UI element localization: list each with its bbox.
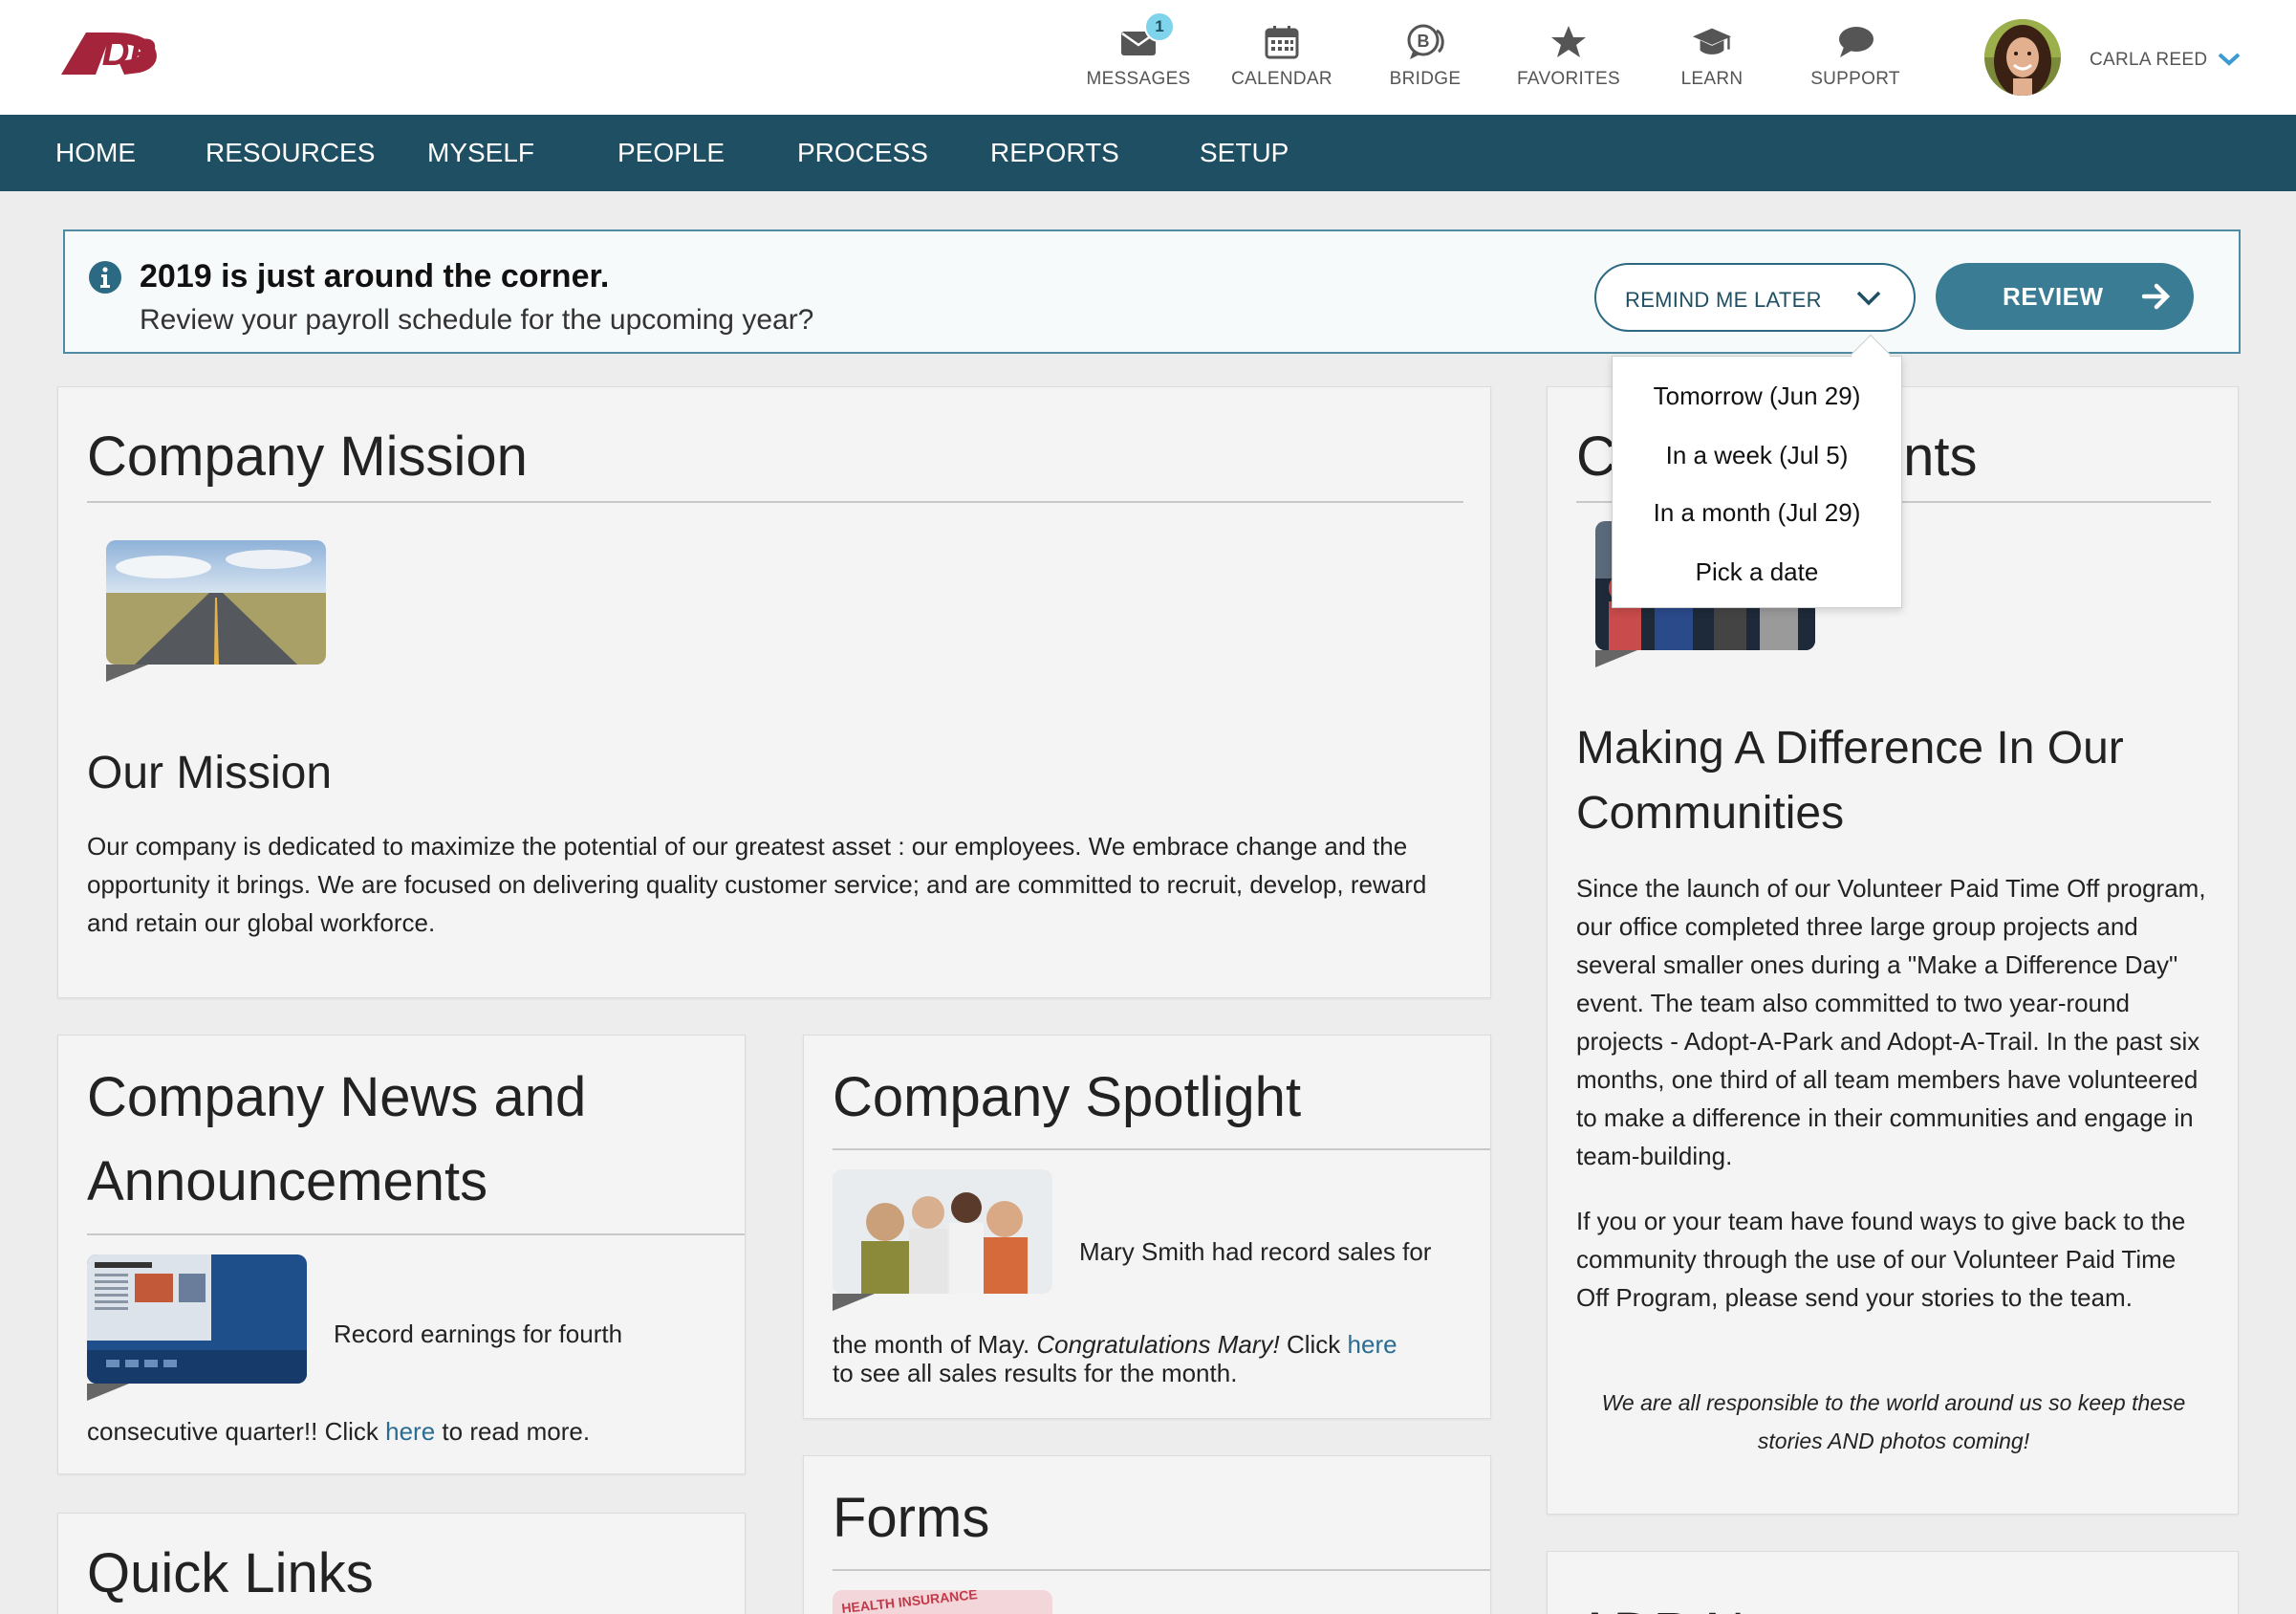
user-avatar[interactable] [1984, 19, 2061, 96]
health-insurance-form-image: HEALTH INSURANCE [833, 1590, 1052, 1614]
banner-subtitle: Review your payroll schedule for the upc… [140, 304, 814, 336]
nav-reports[interactable]: REPORTS [990, 115, 1119, 191]
company-news-card: Company News and Announcements Record ea… [57, 1035, 746, 1474]
nav-people[interactable]: PEOPLE [617, 115, 725, 191]
card-title: Quick Links [87, 1542, 374, 1604]
graduation-cap-icon [1692, 28, 1732, 55]
quick-links-card: Quick Links [57, 1513, 746, 1614]
card-title-line-1: Company News and [87, 1066, 587, 1128]
news-body: consecutive quarter!! Click here to read… [87, 1417, 591, 1446]
nav-myself[interactable]: MYSELF [427, 115, 534, 191]
chevron-down-icon[interactable] [2218, 52, 2241, 67]
adp-news-card: ADP N [1547, 1551, 2239, 1614]
user-name[interactable]: CARLA REED [2090, 50, 2207, 71]
sales-results-link[interactable]: here [1348, 1330, 1397, 1359]
events-heading: Making A Difference In Our Communities [1576, 723, 2124, 839]
mission-body: Our company is dedicated to maximize the… [87, 832, 1427, 937]
calendar-icon [1265, 26, 1299, 59]
remind-option-month[interactable]: In a month (Jul 29) [1613, 498, 1901, 528]
road-image [106, 540, 326, 665]
our-mission-heading: Our Mission [87, 748, 333, 798]
review-button[interactable]: REVIEW [1936, 263, 2194, 330]
read-more-link[interactable]: here [385, 1417, 435, 1446]
newspaper-image [87, 1254, 307, 1384]
messages-nav[interactable]: 1 MESSAGES [1067, 0, 1210, 115]
learn-nav[interactable]: LEARN [1640, 0, 1784, 115]
card-title-start: C [1576, 425, 1616, 488]
company-mission-card: Company Mission Our Mission Our company … [57, 386, 1491, 998]
main-navigation: HOME RESOURCES MYSELF PEOPLE PROCESS REP… [0, 115, 2296, 191]
divider [87, 1233, 745, 1235]
image-tail [1595, 650, 1637, 667]
events-quote: We are all responsible to the world arou… [1601, 1390, 2186, 1453]
bridge-label: BRIDGE [1389, 69, 1462, 89]
forms-card: Forms HEALTH INSURANCE [803, 1455, 1491, 1614]
top-header: ADP 1 MESSAGES CALENDAR B BRIDGE FAVORIT… [0, 0, 2296, 115]
logo-text: ADP [74, 32, 156, 74]
chat-bubble-icon [1839, 27, 1874, 57]
card-title-line-2: Announcements [87, 1150, 488, 1212]
star-icon [1551, 26, 1586, 57]
card-title: Company Mission [87, 425, 528, 488]
nav-home[interactable]: HOME [55, 115, 136, 191]
remind-me-later-button[interactable]: REMIND ME LATER [1594, 263, 1916, 332]
company-spotlight-card: Company Spotlight Mary Smith had record … [803, 1035, 1491, 1419]
nav-process[interactable]: PROCESS [797, 115, 928, 191]
bridge-nav[interactable]: B BRIDGE [1354, 0, 1497, 115]
image-tail [87, 1384, 129, 1401]
remind-me-later-label: REMIND ME LATER [1625, 288, 1822, 312]
image-tail [106, 665, 148, 682]
payroll-schedule-banner: 2019 is just around the corner. Review y… [63, 229, 2241, 354]
calendar-label: CALENDAR [1231, 69, 1332, 89]
events-paragraph-2: If you or your team have found ways to g… [1576, 1207, 2186, 1312]
support-label: SUPPORT [1810, 69, 1900, 89]
messages-label: MESSAGES [1086, 69, 1191, 89]
messages-badge: 1 [1144, 11, 1175, 42]
calendar-nav[interactable]: CALENDAR [1210, 0, 1354, 115]
spotlight-teaser: Mary Smith had record sales for [1079, 1237, 1432, 1266]
image-tail [833, 1294, 875, 1311]
favorites-label: FAVORITES [1517, 69, 1620, 89]
news-teaser: Record earnings for fourth [334, 1320, 623, 1348]
learn-label: LEARN [1680, 69, 1744, 89]
info-icon [89, 261, 121, 294]
bridge-icon: B [1407, 24, 1444, 59]
favorites-nav[interactable]: FAVORITES [1497, 0, 1640, 115]
card-title: ADP N [1576, 1590, 1744, 1614]
divider [87, 501, 1463, 503]
support-nav[interactable]: SUPPORT [1784, 0, 1927, 115]
nav-setup[interactable]: SETUP [1200, 115, 1289, 191]
team-photo-image [833, 1169, 1052, 1294]
remind-options-dropdown: Tomorrow (Jun 29) In a week (Jul 5) In a… [1612, 356, 1902, 608]
svg-text:B: B [1418, 32, 1430, 51]
arrow-right-icon [2142, 283, 2171, 310]
divider [833, 1148, 1490, 1150]
adp-logo[interactable]: ADP [57, 27, 172, 84]
remind-option-tomorrow[interactable]: Tomorrow (Jun 29) [1613, 382, 1901, 411]
nav-resources[interactable]: RESOURCES [206, 115, 375, 191]
spotlight-body: the month of May. Congratulations Mary! … [833, 1330, 1397, 1387]
chevron-down-icon [1856, 291, 1881, 306]
review-label: REVIEW [2003, 282, 2104, 311]
card-title: Forms [833, 1487, 990, 1549]
banner-title: 2019 is just around the corner. [140, 258, 610, 294]
events-paragraph-1: Since the launch of our Volunteer Paid T… [1576, 874, 2206, 1170]
card-title: Company Spotlight [833, 1066, 1302, 1128]
divider [833, 1569, 1490, 1571]
remind-option-week[interactable]: In a week (Jul 5) [1613, 441, 1901, 470]
remind-option-pick-date[interactable]: Pick a date [1613, 557, 1901, 587]
